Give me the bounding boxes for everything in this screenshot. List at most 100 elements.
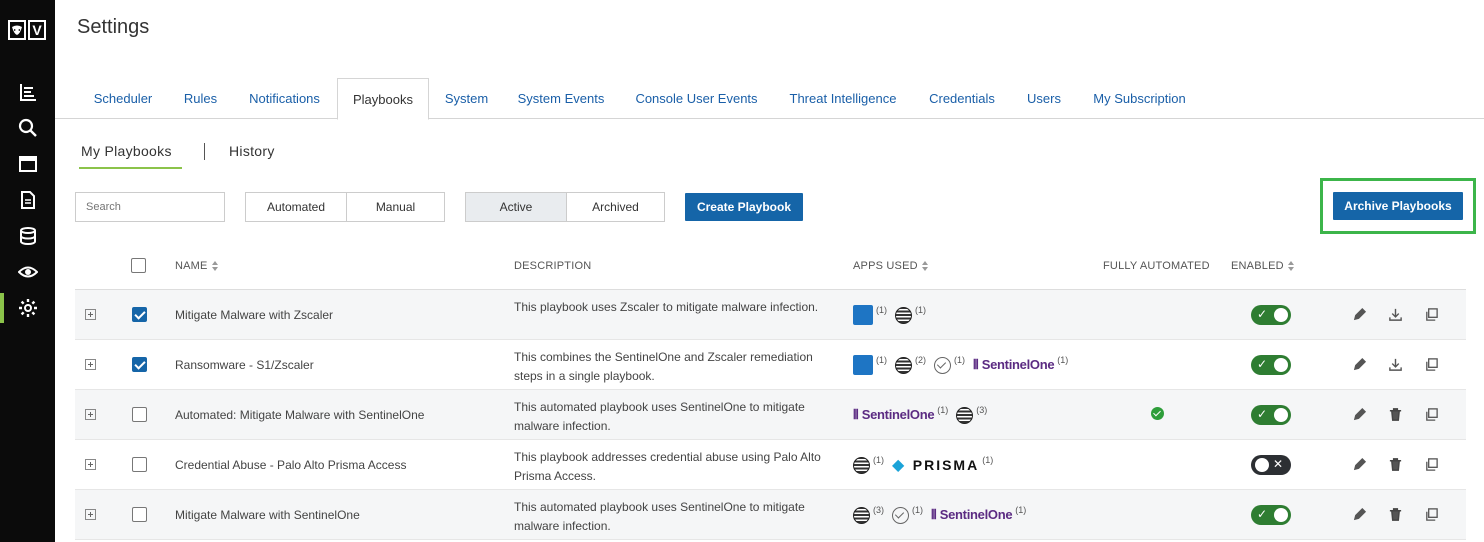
download-button[interactable] <box>1387 306 1403 322</box>
check-circle-icon <box>892 506 909 524</box>
copy-button[interactable] <box>1423 506 1439 522</box>
edit-button[interactable] <box>1351 506 1367 522</box>
app-count: (3) <box>976 405 988 415</box>
edit-icon <box>1353 407 1366 420</box>
playbook-name[interactable]: Ransomware - S1/Zscaler <box>175 358 314 372</box>
subtab-my-playbooks[interactable]: My Playbooks <box>81 143 172 159</box>
row-checkbox[interactable] <box>132 357 147 372</box>
nav-data[interactable] <box>0 221 55 251</box>
prisma-logo: ◆ PRISMA <box>892 455 979 475</box>
subtab-history[interactable]: History <box>229 143 275 159</box>
tab-console-user-events[interactable]: Console User Events <box>618 78 775 119</box>
filter-archived[interactable]: Archived <box>566 193 664 221</box>
att-icon <box>895 306 912 324</box>
sentinelone-logo: ⦀ SentinelOne <box>973 357 1055 372</box>
copy-icon <box>1425 457 1438 471</box>
nav-monitor[interactable] <box>0 257 55 287</box>
edit-icon <box>1353 307 1366 320</box>
subtab-divider <box>204 143 205 160</box>
playbook-name[interactable]: Automated: Mitigate Malware with Sentine… <box>175 408 424 422</box>
row-checkbox[interactable] <box>132 307 147 322</box>
filter-manual[interactable]: Manual <box>346 193 444 221</box>
expand-row-icon[interactable] <box>85 509 96 520</box>
table-row: Mitigate Malware with SentinelOne This au… <box>75 490 1466 540</box>
trash-button[interactable] <box>1387 456 1403 472</box>
window-icon <box>18 156 37 172</box>
download-icon <box>1388 308 1402 321</box>
tab-rules[interactable]: Rules <box>169 78 232 119</box>
tab-users[interactable]: Users <box>1013 78 1075 119</box>
download-button[interactable] <box>1387 356 1403 372</box>
row-checkbox[interactable] <box>132 407 147 422</box>
playbook-name[interactable]: Mitigate Malware with SentinelOne <box>175 508 360 522</box>
tab-scheduler[interactable]: Scheduler <box>77 78 169 119</box>
copy-button[interactable] <box>1423 456 1439 472</box>
filter-active[interactable]: Active <box>466 193 566 221</box>
edit-button[interactable] <box>1351 406 1367 422</box>
search-input[interactable] <box>75 192 225 222</box>
header-description: DESCRIPTION <box>514 260 592 272</box>
tab-credentials[interactable]: Credentials <box>911 78 1013 119</box>
nav-browser[interactable] <box>0 149 55 179</box>
state-filter: Active Archived <box>465 192 665 222</box>
trash-button[interactable] <box>1387 406 1403 422</box>
playbook-name[interactable]: Mitigate Malware with Zscaler <box>175 308 333 322</box>
sort-icon <box>211 261 219 271</box>
trash-button[interactable] <box>1387 506 1403 522</box>
copy-button[interactable] <box>1423 356 1439 372</box>
enabled-toggle[interactable]: ✓ <box>1251 355 1291 375</box>
logo-mark <box>8 20 26 40</box>
row-checkbox[interactable] <box>132 507 147 522</box>
bar-list-icon <box>19 84 36 101</box>
nav-dashboard[interactable] <box>0 77 55 107</box>
nav-reports[interactable] <box>0 185 55 215</box>
header-enabled[interactable]: ENABLED <box>1231 260 1295 272</box>
apps-used: (1) (2) (1) ⦀ SentinelOne (1) <box>853 354 1073 376</box>
edit-icon <box>1353 357 1366 370</box>
copy-button[interactable] <box>1423 306 1439 322</box>
expand-row-icon[interactable] <box>85 409 96 420</box>
apps-used: (3) (1) ⦀ SentinelOne (1) <box>853 504 1031 526</box>
table-row: Credential Abuse - Palo Alto Prisma Acce… <box>75 440 1466 490</box>
select-all-checkbox[interactable] <box>131 258 146 273</box>
tab-my-subscription[interactable]: My Subscription <box>1075 78 1204 119</box>
edit-button[interactable] <box>1351 306 1367 322</box>
trash-icon <box>1389 457 1401 471</box>
prisma-label: PRISMA <box>912 457 980 473</box>
enabled-toggle[interactable]: ✕ <box>1251 455 1291 475</box>
sentinelone-logo: ⦀ SentinelOne <box>853 407 935 422</box>
apps-used: (1) ◆ PRISMA (1) <box>853 454 998 476</box>
header-apps-used[interactable]: APPS USED <box>853 260 929 272</box>
enabled-toggle[interactable]: ✓ <box>1251 305 1291 325</box>
playbook-description: This playbook addresses credential abuse… <box>514 450 821 483</box>
edit-button[interactable] <box>1351 356 1367 372</box>
tab-threat-intelligence[interactable]: Threat Intelligence <box>775 78 911 119</box>
toggle-knob <box>1274 408 1288 422</box>
sort-icon <box>921 261 929 271</box>
row-checkbox[interactable] <box>132 457 147 472</box>
expand-row-icon[interactable] <box>85 309 96 320</box>
create-playbook-button[interactable]: Create Playbook <box>685 193 803 221</box>
edit-button[interactable] <box>1351 456 1367 472</box>
enabled-toggle[interactable]: ✓ <box>1251 405 1291 425</box>
expand-row-icon[interactable] <box>85 359 96 370</box>
fully-automated-check-icon <box>1151 407 1164 420</box>
archive-playbooks-button[interactable]: Archive Playbooks <box>1333 192 1463 220</box>
copy-icon <box>1425 357 1438 371</box>
trash-icon <box>1389 507 1401 521</box>
playbook-name[interactable]: Credential Abuse - Palo Alto Prisma Acce… <box>175 458 406 472</box>
nav-search[interactable] <box>0 113 55 143</box>
filter-automated[interactable]: Automated <box>246 193 346 221</box>
expand-row-icon[interactable] <box>85 459 96 470</box>
copy-button[interactable] <box>1423 406 1439 422</box>
app-logo[interactable]: V <box>8 20 46 42</box>
enabled-toggle[interactable]: ✓ <box>1251 505 1291 525</box>
tab-system[interactable]: System <box>429 78 504 119</box>
tab-playbooks[interactable]: Playbooks <box>337 78 429 120</box>
app-count: (1) <box>876 305 887 315</box>
header-name[interactable]: NAME <box>175 260 219 272</box>
toggle-knob <box>1274 358 1288 372</box>
tab-notifications[interactable]: Notifications <box>232 78 337 119</box>
tab-system-events[interactable]: System Events <box>504 78 618 119</box>
nav-settings[interactable] <box>0 293 55 323</box>
